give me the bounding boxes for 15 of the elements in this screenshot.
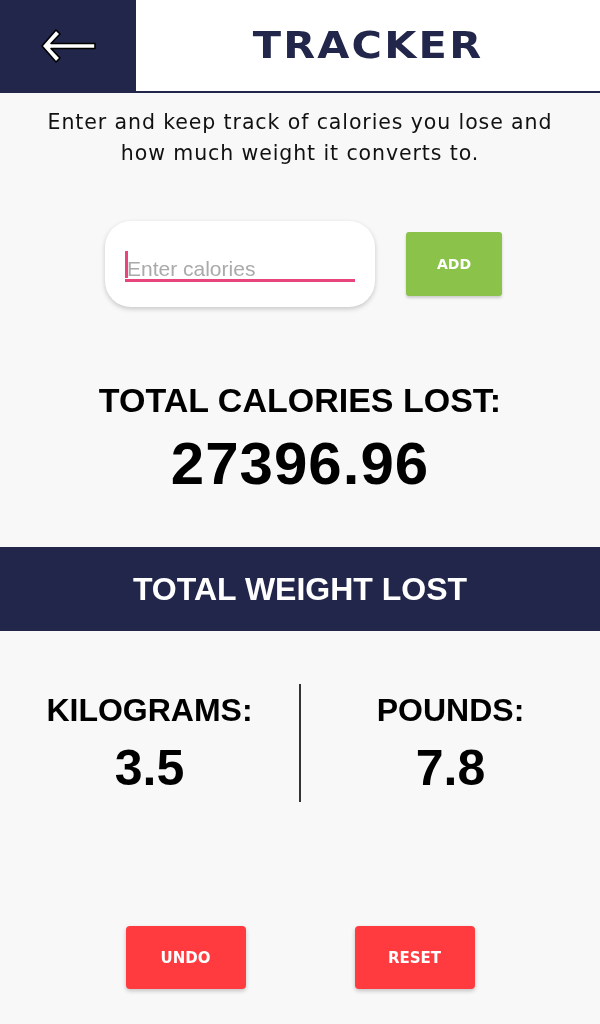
calorie-input-field[interactable]: Enter calories	[105, 221, 375, 307]
total-calories-value: 27396.96	[170, 431, 430, 497]
weight-unit-label: POUNDS:	[376, 691, 525, 730]
weight-banner-title: TOTAL WEIGHT LOST	[132, 570, 468, 609]
weight-unit-label: KILOGRAMS:	[46, 691, 253, 730]
page-title: TRACKER	[252, 23, 484, 68]
action-button[interactable]: RESET	[354, 926, 475, 989]
description-text: Enter and keep track of calories you lose and how much weight it converts to.	[46, 109, 554, 167]
add-button[interactable]: ADD	[406, 232, 502, 296]
weight-unit-value: 7.8	[415, 740, 486, 796]
action-button[interactable]: UNDO	[125, 926, 246, 989]
back-button[interactable]	[0, 0, 136, 91]
weight-unit-value: 3.5	[114, 740, 185, 796]
total-calories-label: TOTAL CALORIES LOST:	[98, 380, 502, 421]
left-arrow-icon	[39, 27, 97, 64]
